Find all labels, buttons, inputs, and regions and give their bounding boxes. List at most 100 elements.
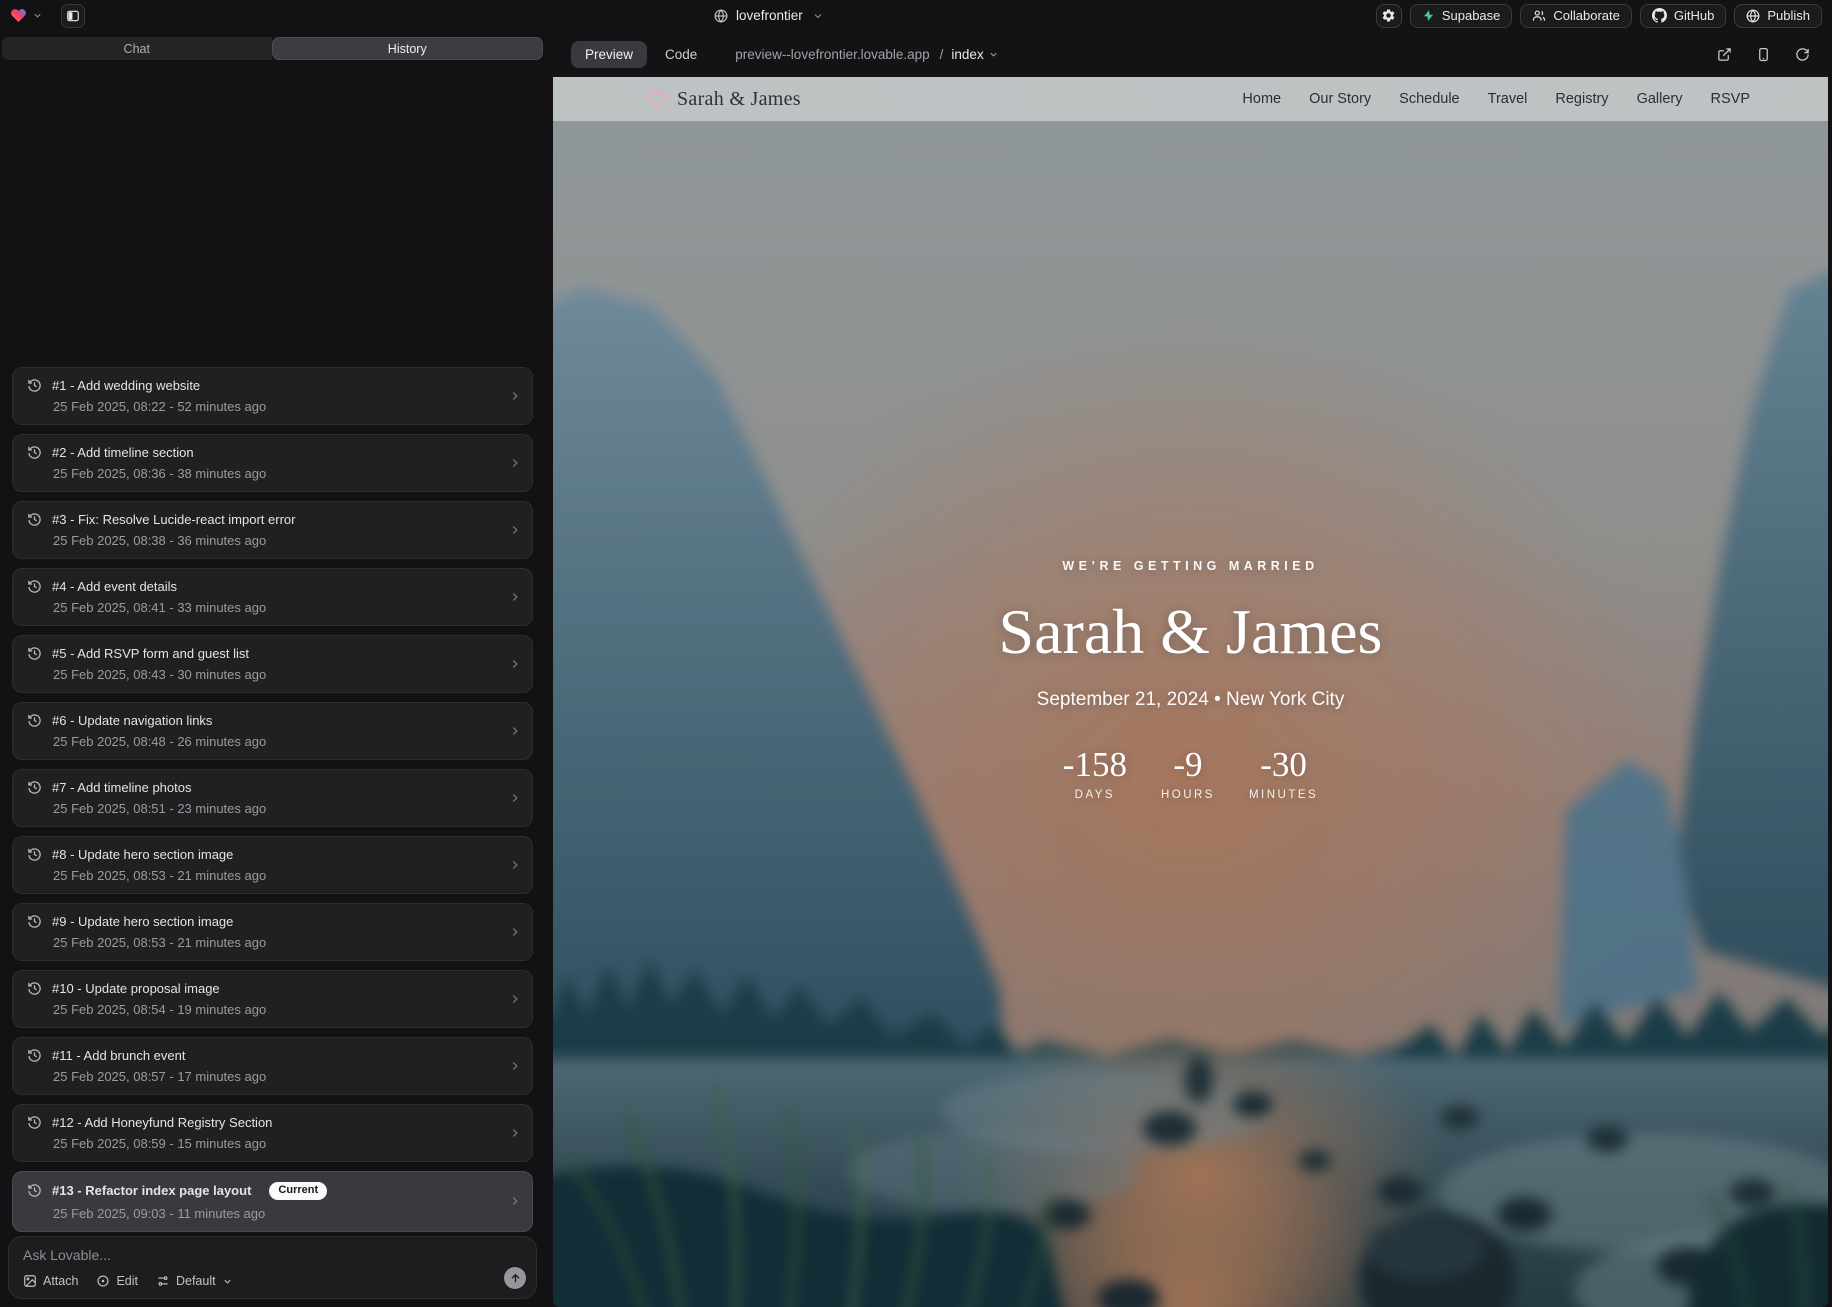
- history-item[interactable]: #6 - Update navigation links 25 Feb 2025…: [12, 702, 533, 760]
- sidebar-toggle-button[interactable]: [61, 4, 85, 28]
- history-item[interactable]: #12 - Add Honeyfund Registry Section 25 …: [12, 1104, 533, 1162]
- nav-gallery[interactable]: Gallery: [1637, 91, 1683, 107]
- history-item[interactable]: #3 - Fix: Resolve Lucide-react import er…: [12, 501, 533, 559]
- url-chevron-down-icon: [988, 49, 999, 60]
- history-item-title: #4 - Add event details: [52, 579, 177, 594]
- nav-home[interactable]: Home: [1242, 91, 1281, 107]
- tab-history[interactable]: History: [272, 37, 544, 60]
- chevron-right-icon: [508, 590, 522, 604]
- mode-select[interactable]: Default: [156, 1274, 233, 1288]
- topbar: lovefrontier Supabase Collabor: [0, 0, 1832, 31]
- countdown-minutes: -30 MINUTES: [1249, 745, 1318, 801]
- publish-button[interactable]: Publish: [1734, 4, 1822, 28]
- countdown-days: -158 DAYS: [1063, 745, 1127, 801]
- history-item[interactable]: #1 - Add wedding website 25 Feb 2025, 08…: [12, 367, 533, 425]
- nav-rsvp[interactable]: RSVP: [1711, 91, 1751, 107]
- users-icon: [1532, 9, 1546, 23]
- tab-code[interactable]: Code: [653, 41, 709, 68]
- tab-chat[interactable]: Chat: [2, 37, 272, 60]
- supabase-button[interactable]: Supabase: [1410, 4, 1513, 28]
- history-item-title: #5 - Add RSVP form and guest list: [52, 646, 249, 661]
- history-icon: [27, 847, 42, 862]
- history-item[interactable]: #10 - Update proposal image 25 Feb 2025,…: [12, 970, 533, 1028]
- workspace-chevron-down-icon[interactable]: [32, 10, 43, 21]
- sidebar: Chat History #1 - Add wedding website 25…: [0, 31, 546, 1307]
- attach-image-icon: [23, 1274, 37, 1288]
- current-badge: Current: [269, 1182, 327, 1200]
- history-icon: [27, 713, 42, 728]
- hero-eyebrow: WE’RE GETTING MARRIED: [553, 559, 1828, 573]
- project-switcher[interactable]: lovefrontier: [714, 0, 824, 31]
- project-name: lovefrontier: [736, 8, 803, 23]
- history-item-title: #7 - Add timeline photos: [52, 780, 191, 795]
- history-item[interactable]: #7 - Add timeline photos 25 Feb 2025, 08…: [12, 769, 533, 827]
- chevron-right-icon: [508, 456, 522, 470]
- site-header: Sarah & James Home Our Story Schedule Tr…: [553, 77, 1828, 121]
- url-domain: preview--lovefrontier.lovable.app: [735, 47, 929, 62]
- arrow-up-icon: [509, 1272, 522, 1285]
- preview-toolbar: Preview Code preview--lovefrontier.lovab…: [553, 31, 1828, 77]
- history-item[interactable]: #9 - Update hero section image 25 Feb 20…: [12, 903, 533, 961]
- history-item-title: #3 - Fix: Resolve Lucide-react import er…: [52, 512, 295, 527]
- history-item-title: #6 - Update navigation links: [52, 713, 212, 728]
- url-page: index: [951, 47, 983, 62]
- preview-panel: Preview Code preview--lovefrontier.lovab…: [553, 31, 1828, 1307]
- edit-icon: [96, 1274, 110, 1288]
- history-item-meta: 25 Feb 2025, 09:03 - 11 minutes ago: [27, 1206, 496, 1221]
- history-icon: [27, 512, 42, 527]
- hero-title: Sarah & James: [553, 595, 1828, 669]
- history-item-meta: 25 Feb 2025, 08:54 - 19 minutes ago: [27, 1002, 496, 1017]
- publish-globe-icon: [1746, 9, 1760, 23]
- tab-preview[interactable]: Preview: [571, 41, 647, 68]
- history-icon: [27, 646, 42, 661]
- mode-chevron-down-icon: [222, 1276, 233, 1287]
- history-item[interactable]: #5 - Add RSVP form and guest list 25 Feb…: [12, 635, 533, 693]
- github-button[interactable]: GitHub: [1640, 4, 1726, 28]
- ask-lovable-input[interactable]: [23, 1247, 482, 1263]
- nav-registry[interactable]: Registry: [1555, 91, 1608, 107]
- settings-button[interactable]: [1376, 4, 1402, 28]
- nav-travel[interactable]: Travel: [1488, 91, 1528, 107]
- countdown-hours: -9 HOURS: [1159, 745, 1217, 801]
- history-item-meta: 25 Feb 2025, 08:36 - 38 minutes ago: [27, 466, 496, 481]
- history-item[interactable]: #11 - Add brunch event 25 Feb 2025, 08:5…: [12, 1037, 533, 1095]
- chevron-right-icon: [508, 657, 522, 671]
- nav-our-story[interactable]: Our Story: [1309, 91, 1371, 107]
- attach-label: Attach: [43, 1274, 78, 1288]
- history-icon: [27, 914, 42, 929]
- attach-button[interactable]: Attach: [23, 1274, 78, 1288]
- lovable-logo-icon[interactable]: [10, 7, 27, 24]
- history-icon: [27, 1115, 42, 1130]
- preview-url[interactable]: preview--lovefrontier.lovable.app / inde…: [735, 47, 998, 62]
- history-item[interactable]: #8 - Update hero section image 25 Feb 20…: [12, 836, 533, 894]
- history-item[interactable]: #2 - Add timeline section 25 Feb 2025, 0…: [12, 434, 533, 492]
- history-item-current[interactable]: #13 - Refactor index page layoutCurrent …: [12, 1171, 533, 1232]
- edit-button[interactable]: Edit: [96, 1274, 138, 1288]
- chevron-right-icon: [508, 791, 522, 805]
- history-icon: [27, 780, 42, 795]
- history-icon: [27, 1183, 42, 1198]
- history-item[interactable]: #4 - Add event details 25 Feb 2025, 08:4…: [12, 568, 533, 626]
- send-button[interactable]: [504, 1267, 526, 1289]
- countdown: -158 DAYS -9 HOURS -30 MINUTES: [553, 745, 1828, 801]
- history-item-meta: 25 Feb 2025, 08:48 - 26 minutes ago: [27, 734, 496, 749]
- site-logo-text: Sarah & James: [677, 88, 801, 111]
- site-logo[interactable]: Sarah & James: [647, 88, 801, 111]
- nav-schedule[interactable]: Schedule: [1399, 91, 1459, 107]
- refresh-icon[interactable]: [1795, 47, 1810, 62]
- open-in-new-tab-icon[interactable]: [1717, 47, 1732, 62]
- countdown-hours-value: -9: [1159, 745, 1217, 785]
- github-label: GitHub: [1674, 8, 1714, 23]
- history-item-title: #13 - Refactor index page layout: [52, 1183, 251, 1198]
- mode-label: Default: [176, 1274, 216, 1288]
- history-icon: [27, 579, 42, 594]
- sidebar-tabs: Chat History: [2, 37, 543, 60]
- chevron-right-icon: [508, 1194, 522, 1208]
- gear-icon: [1381, 8, 1396, 23]
- chevron-right-icon: [508, 1059, 522, 1073]
- collaborate-button[interactable]: Collaborate: [1520, 4, 1632, 28]
- history-item-meta: 25 Feb 2025, 08:38 - 36 minutes ago: [27, 533, 496, 548]
- panel-left-icon: [66, 9, 80, 23]
- hero-section: WE’RE GETTING MARRIED Sarah & James Sept…: [553, 559, 1828, 801]
- mobile-view-icon[interactable]: [1756, 47, 1771, 62]
